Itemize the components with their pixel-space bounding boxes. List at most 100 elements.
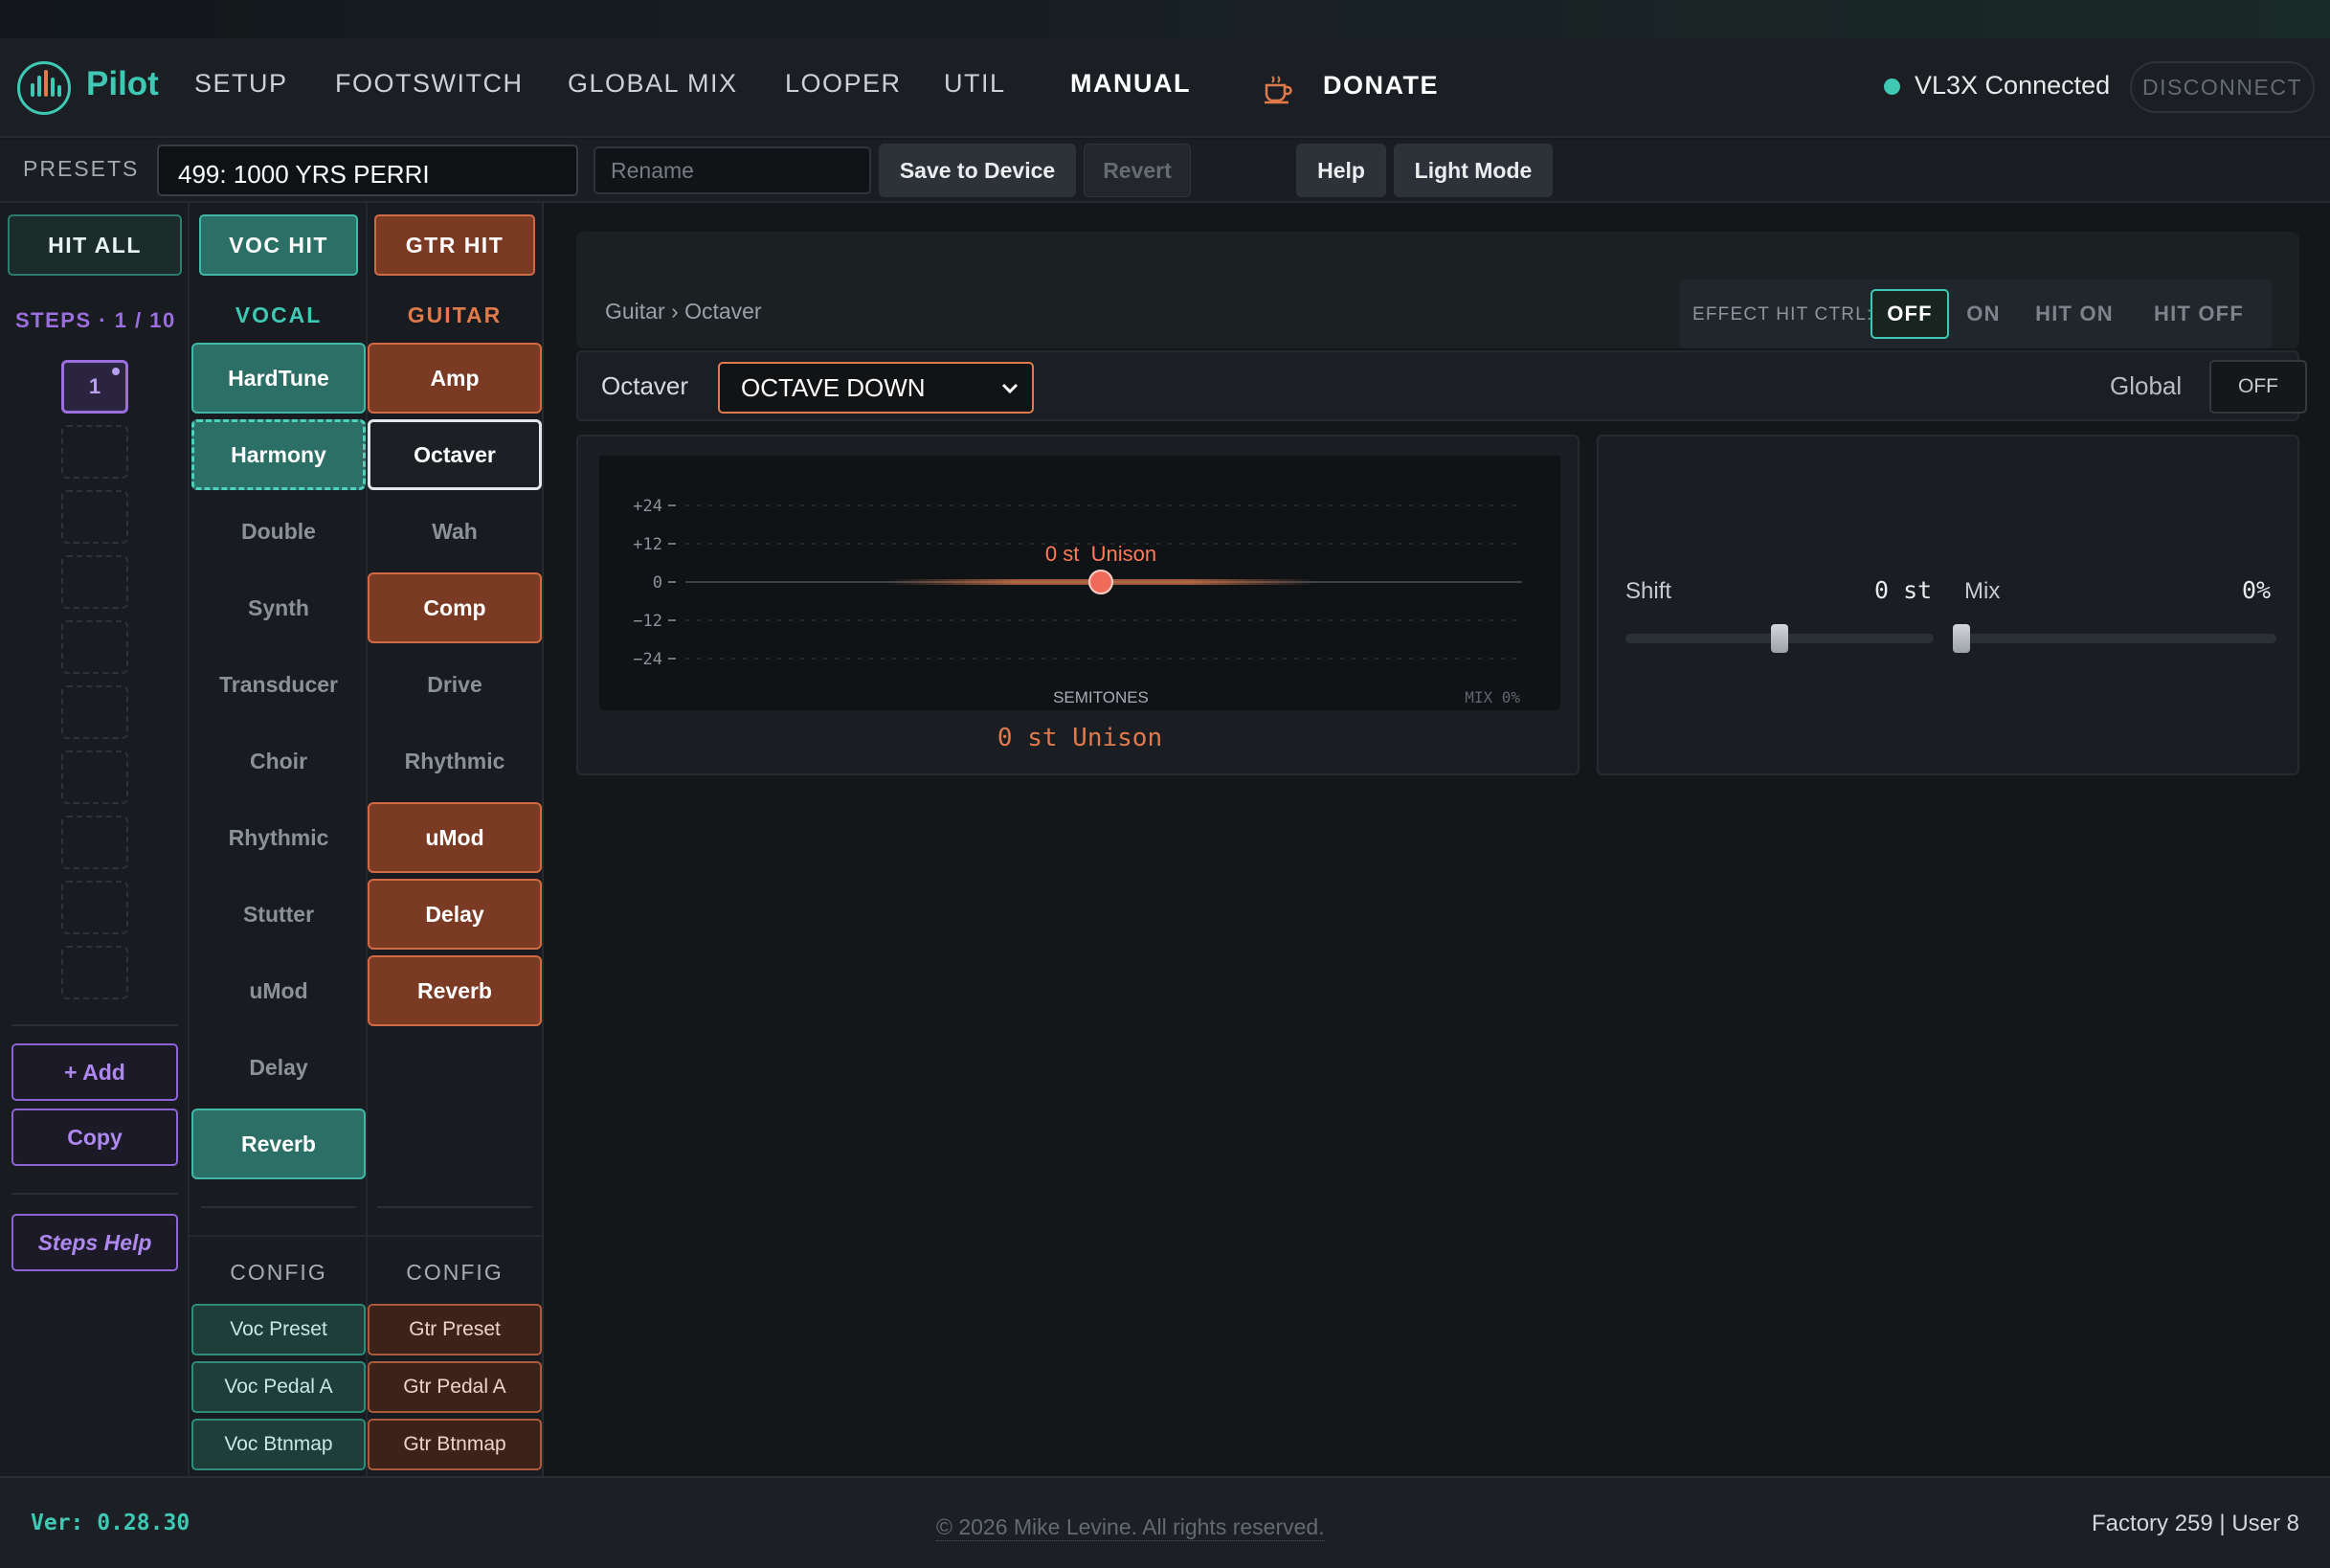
vocal-fx-rhythmic[interactable]: Rhythmic bbox=[191, 802, 366, 873]
guitar-fx-reverb[interactable]: Reverb bbox=[368, 955, 542, 1026]
connection-status-dot bbox=[1884, 78, 1900, 95]
revert-button[interactable]: Revert bbox=[1084, 144, 1191, 197]
guitar-fx-comp[interactable]: Comp bbox=[368, 572, 542, 643]
pitch-visualizer: +24 +12 0 −12 −24 0 st Unison SEMITONES … bbox=[599, 456, 1560, 710]
pilot-logo-icon bbox=[17, 61, 71, 115]
connection-status: VL3X Connected bbox=[1915, 71, 2111, 100]
save-to-device-button[interactable]: Save to Device bbox=[879, 144, 1076, 197]
chevron-down-icon bbox=[1001, 383, 1019, 394]
mix-label: Mix bbox=[1964, 578, 2001, 604]
gtr-hit-button[interactable]: GTR HIT bbox=[374, 214, 535, 276]
donate-link[interactable]: DONATE bbox=[1323, 71, 1439, 101]
vocal-fx-hardtune[interactable]: HardTune bbox=[191, 343, 366, 414]
vocal-fx-harmony[interactable]: Harmony bbox=[191, 419, 366, 490]
vocal-fx-umod[interactable]: uMod bbox=[191, 955, 366, 1026]
gtr-preset-button[interactable]: Gtr Preset bbox=[368, 1304, 542, 1355]
guitar-fx-rhythmic[interactable]: Rhythmic bbox=[368, 726, 542, 796]
octaver-mode-value: OCTAVE DOWN bbox=[741, 373, 926, 402]
x-axis-label: SEMITONES bbox=[1053, 688, 1149, 706]
light-mode-button[interactable]: Light Mode bbox=[1394, 144, 1553, 197]
pitch-readout: 0 st Unison bbox=[997, 724, 1163, 752]
vocal-fx-delay[interactable]: Delay bbox=[191, 1032, 366, 1103]
pitch-visualizer-svg: +24 +12 0 −12 −24 0 st Unison SEMITONES … bbox=[633, 497, 1522, 706]
shift-slider-thumb[interactable] bbox=[1771, 624, 1788, 653]
parameter-card: Shift 0 st Mix 0% bbox=[1597, 435, 2299, 775]
mix-slider-track[interactable] bbox=[1953, 634, 2276, 643]
steps-counter: STEPS · 1 / 10 bbox=[15, 308, 176, 332]
voc-pedal-a-button[interactable]: Voc Pedal A bbox=[191, 1361, 366, 1413]
pitch-visualizer-card: +24 +12 0 −12 −24 0 st Unison SEMITONES … bbox=[576, 435, 1579, 775]
pitch-marker[interactable] bbox=[1088, 570, 1113, 594]
copyright[interactable]: © 2026 Mike Levine. All rights reserved. bbox=[936, 1514, 1325, 1541]
effect-hit-ctrl: EFFECT HIT CTRL: OFF ON HIT ON HIT OFF bbox=[1679, 280, 2273, 348]
nav-looper[interactable]: LOOPER bbox=[785, 69, 902, 99]
global-toggle[interactable]: OFF bbox=[2209, 360, 2307, 414]
step-slot[interactable] bbox=[61, 750, 128, 804]
vocal-fx-synth[interactable]: Synth bbox=[191, 572, 366, 643]
vocal-fx-reverb[interactable]: Reverb bbox=[191, 1109, 366, 1179]
steps-help-button[interactable]: Steps Help bbox=[11, 1214, 178, 1271]
guitar-fx-umod[interactable]: uMod bbox=[368, 802, 542, 873]
gtr-pedal-a-button[interactable]: Gtr Pedal A bbox=[368, 1361, 542, 1413]
y-tick: 0 bbox=[653, 573, 662, 593]
guitar-fx-drive[interactable]: Drive bbox=[368, 649, 542, 720]
hit-ctrl-hit-off[interactable]: HIT OFF bbox=[2135, 289, 2263, 339]
mix-slider-thumb[interactable] bbox=[1953, 624, 1970, 653]
guitar-fx-amp[interactable]: Amp bbox=[368, 343, 542, 414]
add-step-button[interactable]: + Add bbox=[11, 1043, 178, 1101]
step-1[interactable]: 1 bbox=[61, 360, 128, 414]
vocal-fx-double[interactable]: Double bbox=[191, 496, 366, 567]
step-slot[interactable] bbox=[61, 946, 128, 999]
help-button[interactable]: Help bbox=[1296, 144, 1386, 197]
guitar-fx-wah[interactable]: Wah bbox=[368, 496, 542, 567]
brand-name: Pilot bbox=[86, 65, 159, 102]
hit-ctrl-off[interactable]: OFF bbox=[1871, 289, 1949, 339]
voc-hit-button[interactable]: VOC HIT bbox=[199, 214, 358, 276]
step-slot[interactable] bbox=[61, 685, 128, 739]
window-top-strip bbox=[0, 0, 2330, 38]
divider bbox=[377, 1206, 532, 1208]
step-slot[interactable] bbox=[61, 881, 128, 934]
vocal-fx-choir[interactable]: Choir bbox=[191, 726, 366, 796]
nav-setup[interactable]: SETUP bbox=[194, 69, 288, 99]
rename-input[interactable] bbox=[594, 146, 871, 194]
hit-all-button[interactable]: HIT ALL bbox=[8, 214, 182, 276]
step-slot[interactable] bbox=[61, 425, 128, 479]
copy-step-button[interactable]: Copy bbox=[11, 1109, 178, 1166]
voc-preset-button[interactable]: Voc Preset bbox=[191, 1304, 366, 1355]
nav-manual[interactable]: MANUAL bbox=[1070, 69, 1191, 99]
effect-label: Octaver bbox=[601, 371, 689, 400]
mix-label: MIX 0% bbox=[1465, 688, 1520, 706]
step-slot[interactable] bbox=[61, 620, 128, 674]
nav-util[interactable]: UTIL bbox=[944, 69, 1006, 99]
y-tick: +12 bbox=[633, 535, 662, 554]
guitar-fx-octaver[interactable]: Octaver bbox=[368, 419, 542, 490]
breadcrumb: Guitar › Octaver bbox=[605, 299, 762, 324]
coffee-cup-icon[interactable] bbox=[1262, 73, 1294, 105]
preset-counts: Factory 259 | User 8 bbox=[2092, 1511, 2299, 1536]
nav-global-mix[interactable]: GLOBAL MIX bbox=[568, 69, 738, 99]
divider bbox=[11, 1024, 178, 1026]
effect-editor: Guitar › Octaver EFFECT HIT CTRL: OFF ON… bbox=[544, 203, 2330, 1476]
vocal-fx-transducer[interactable]: Transducer bbox=[191, 649, 366, 720]
hit-ctrl-on[interactable]: ON bbox=[1957, 289, 2010, 339]
step-slot[interactable] bbox=[61, 816, 128, 869]
shift-value: 0 st bbox=[1874, 576, 1933, 604]
guitar-fx-delay[interactable]: Delay bbox=[368, 879, 542, 950]
y-tick: −24 bbox=[633, 650, 662, 669]
divider bbox=[11, 1193, 178, 1195]
hit-ctrl-hit-on[interactable]: HIT ON bbox=[2016, 289, 2133, 339]
y-tick: −12 bbox=[633, 612, 662, 631]
nav-footswitch[interactable]: FOOTSWITCH bbox=[335, 69, 523, 99]
voc-btnmap-button[interactable]: Voc Btnmap bbox=[191, 1419, 366, 1470]
top-nav: Pilot SETUP FOOTSWITCH GLOBAL MIX LOOPER… bbox=[0, 38, 2330, 138]
preset-selector[interactable]: 499: 1000 YRS PERRI bbox=[157, 145, 578, 196]
octaver-mode-select[interactable]: OCTAVE DOWN bbox=[718, 362, 1034, 414]
gtr-btnmap-button[interactable]: Gtr Btnmap bbox=[368, 1419, 542, 1470]
vocal-fx-stutter[interactable]: Stutter bbox=[191, 879, 366, 950]
marker-label: 0 st Unison bbox=[1045, 542, 1156, 566]
guitar-config-label: CONFIG bbox=[406, 1260, 504, 1285]
disconnect-button[interactable]: DISCONNECT bbox=[2130, 61, 2315, 113]
step-slot[interactable] bbox=[61, 555, 128, 609]
step-slot[interactable] bbox=[61, 490, 128, 544]
